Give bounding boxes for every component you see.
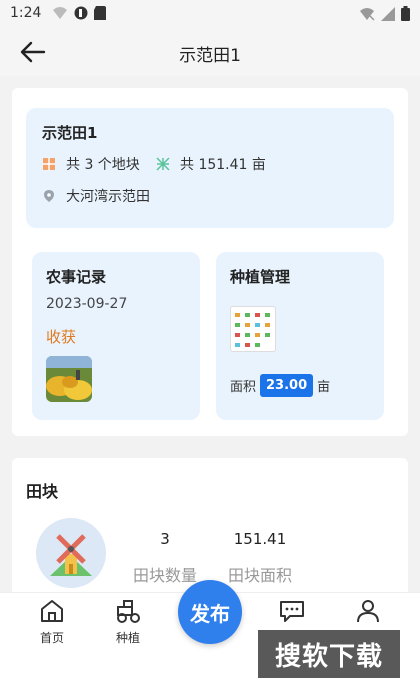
nav-messages[interactable]: [262, 597, 322, 629]
plot-area-stat: 151.41 田块面积: [220, 530, 300, 586]
planting-area-unit: 亩: [317, 380, 331, 395]
storage-icon: [94, 6, 106, 20]
app-notify-icon: [74, 6, 88, 20]
location-row: 大河湾示范田: [42, 186, 150, 206]
plot-count-value: 3: [160, 530, 170, 548]
field-overview-card: 示范田1 共 3 个地块 共 151.41 亩 大河湾示范田 农事记录 2023…: [12, 88, 408, 436]
status-time: 1:24: [10, 5, 42, 21]
area-icon: [156, 157, 170, 171]
tractor-icon: [117, 600, 140, 623]
planting-area-value: 23.00: [260, 374, 314, 397]
wifi-icon: [53, 7, 67, 19]
area-total: 共 151.41 亩: [180, 157, 266, 173]
nav-planting-label: 种植: [115, 631, 140, 645]
planting-area-label: 面积: [230, 380, 257, 395]
nav-home[interactable]: 首页: [22, 597, 82, 646]
message-icon: [280, 601, 304, 622]
windmill-icon: [36, 518, 106, 588]
page-title: 示范田1: [179, 46, 241, 66]
plot-count: 共 3 个地块: [66, 157, 140, 173]
wifi-off-icon: [360, 7, 375, 21]
nav-profile[interactable]: [338, 597, 398, 629]
nav-home-label: 首页: [39, 631, 64, 645]
area-total-row: 共 151.41 亩: [156, 154, 266, 174]
plot-count-row: 共 3 个地块: [42, 154, 140, 174]
plot-count-stat: 3 田块数量: [130, 530, 200, 586]
nav-planting[interactable]: 种植: [98, 597, 158, 646]
plot-area-value: 151.41: [233, 530, 287, 548]
planting-management-card[interactable]: 种植管理 面积 23.00 亩: [216, 252, 384, 420]
home-icon: [41, 600, 63, 622]
planting-title: 种植管理: [230, 268, 291, 286]
planting-plan-thumbnail[interactable]: [230, 306, 276, 352]
signal-icon: [381, 6, 395, 21]
battery-icon: [401, 6, 410, 21]
user-icon: [357, 600, 379, 623]
app-header: 示范田1: [0, 28, 420, 76]
plot-count-label: 田块数量: [132, 566, 197, 585]
publish-button[interactable]: 发布: [178, 580, 242, 644]
field-info-panel[interactable]: 示范田1 共 3 个地块 共 151.41 亩 大河湾示范田: [26, 108, 394, 228]
planting-area-row: 面积 23.00 亩: [230, 374, 330, 397]
plots-section-title: 田块: [26, 482, 59, 501]
farm-record-date: 2023-09-27: [46, 296, 128, 312]
farm-record-title: 农事记录: [46, 268, 107, 286]
farm-record-card[interactable]: 农事记录 2023-09-27 收获: [32, 252, 200, 420]
location-text: 大河湾示范田: [66, 189, 150, 205]
watermark: 搜软下载: [258, 630, 400, 678]
plot-area-label: 田块面积: [227, 566, 292, 585]
harvest-photo[interactable]: [46, 356, 92, 402]
location-pin-icon: [44, 190, 54, 202]
plots-icon: [43, 158, 55, 170]
farm-record-status: 收获: [46, 328, 77, 346]
status-bar: 1:24: [0, 0, 420, 28]
field-name: 示范田1: [42, 124, 98, 142]
